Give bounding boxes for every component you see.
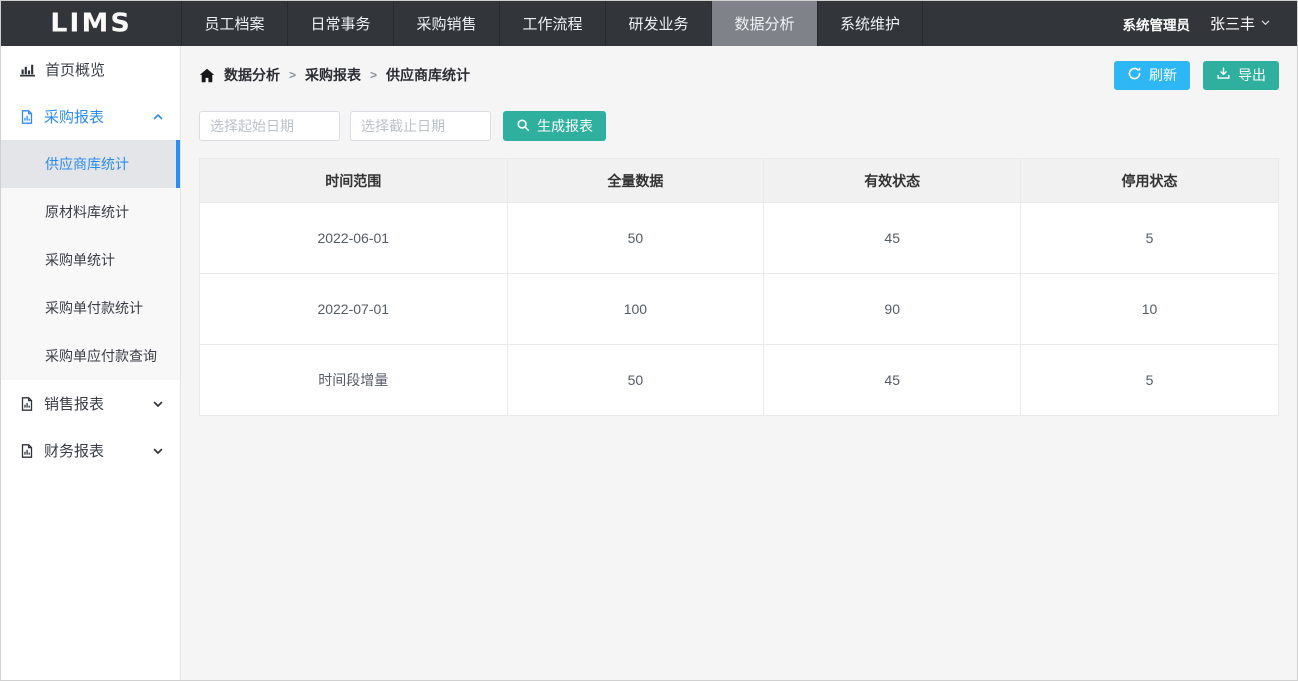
cell-total: 50 (507, 203, 764, 274)
nav-item-data-analysis[interactable]: 数据分析 (711, 1, 817, 46)
report-file-icon (19, 109, 35, 125)
nav-item-purchase-sales[interactable]: 采购销售 (393, 1, 499, 46)
chevron-up-icon (152, 111, 164, 123)
sidebar-item-label: 首页概览 (45, 59, 105, 80)
sidebar-item-label: 采购报表 (44, 106, 104, 127)
breadcrumb-item-current: 供应商库统计 (386, 65, 470, 85)
table-row: 2022-07-01 100 90 10 (200, 274, 1279, 345)
sidebar-item-label: 销售报表 (44, 393, 104, 414)
cell-disabled: 5 (1021, 203, 1279, 274)
column-header-total-data: 全量数据 (507, 159, 764, 203)
cell-active: 90 (764, 274, 1021, 345)
sidebar-item-finance-reports[interactable]: 财务报表 (1, 427, 180, 474)
main-content: 数据分析 > 采购报表 > 供应商库统计 刷新 (181, 46, 1297, 680)
sidebar-item-label: 采购单统计 (45, 250, 115, 270)
app-window: LIMS 员工档案 日常事务 采购销售 工作流程 研发业务 数据分析 系统维护 … (0, 0, 1298, 681)
statistics-table: 时间范围 全量数据 有效状态 停用状态 2022-06-01 50 45 5 2… (199, 158, 1279, 416)
cell-time-range: 时间段增量 (200, 345, 508, 416)
user-area: 系统管理员 张三丰 (1122, 1, 1297, 46)
topbar: LIMS 员工档案 日常事务 采购销售 工作流程 研发业务 数据分析 系统维护 … (1, 1, 1297, 46)
breadcrumb-row: 数据分析 > 采购报表 > 供应商库统计 刷新 (199, 46, 1279, 104)
chevron-down-icon (152, 445, 164, 457)
sidebar-item-label: 供应商库统计 (45, 154, 129, 174)
download-icon (1216, 66, 1231, 84)
cell-disabled: 5 (1021, 345, 1279, 416)
nav-item-rd-business[interactable]: 研发业务 (605, 1, 711, 46)
refresh-icon (1127, 66, 1142, 84)
table-header-row: 时间范围 全量数据 有效状态 停用状态 (200, 159, 1279, 203)
cell-active: 45 (764, 345, 1021, 416)
cell-time-range: 2022-07-01 (200, 274, 508, 345)
filter-row: 生成报表 (199, 111, 1279, 141)
export-label: 导出 (1238, 65, 1266, 85)
column-header-active-status: 有效状态 (764, 159, 1021, 203)
generate-report-button[interactable]: 生成报表 (503, 111, 606, 141)
report-file-icon (19, 396, 35, 412)
start-date-input[interactable] (199, 111, 340, 141)
export-button[interactable]: 导出 (1203, 61, 1279, 90)
refresh-label: 刷新 (1149, 65, 1177, 85)
breadcrumb-item[interactable]: 采购报表 (305, 65, 361, 85)
user-menu[interactable]: 张三丰 (1210, 13, 1271, 34)
user-name: 张三丰 (1210, 13, 1255, 34)
cell-disabled: 10 (1021, 274, 1279, 345)
refresh-button[interactable]: 刷新 (1114, 61, 1190, 90)
cell-time-range: 2022-06-01 (200, 203, 508, 274)
nav-item-employee-files[interactable]: 员工档案 (181, 1, 287, 46)
sidebar-item-raw-material-stats[interactable]: 原材料库统计 (1, 188, 180, 236)
nav-item-daily-affairs[interactable]: 日常事务 (287, 1, 393, 46)
sidebar-item-purchase-order-stats[interactable]: 采购单统计 (1, 236, 180, 284)
chevron-down-icon (1260, 15, 1271, 32)
generate-report-label: 生成报表 (537, 116, 593, 136)
breadcrumb: 数据分析 > 采购报表 > 供应商库统计 (199, 65, 470, 85)
main-nav: 员工档案 日常事务 采购销售 工作流程 研发业务 数据分析 系统维护 (181, 1, 923, 46)
column-header-time-range: 时间范围 (200, 159, 508, 203)
chevron-down-icon (152, 398, 164, 410)
sidebar-item-supplier-stats[interactable]: 供应商库统计 (1, 140, 180, 188)
nav-item-system-maintenance[interactable]: 系统维护 (817, 1, 923, 46)
bar-chart-icon (19, 61, 36, 78)
cell-total: 100 (507, 274, 764, 345)
sidebar-item-sales-reports[interactable]: 销售报表 (1, 380, 180, 427)
report-file-icon (19, 443, 35, 459)
end-date-input[interactable] (350, 111, 491, 141)
table-row: 2022-06-01 50 45 5 (200, 203, 1279, 274)
toolbar-actions: 刷新 导出 (1114, 61, 1279, 90)
breadcrumb-item[interactable]: 数据分析 (224, 65, 280, 85)
sidebar: 首页概览 采购报表 供应商库统计 原材料库统计 采购单统计 (1, 46, 181, 680)
sidebar-item-label: 采购单应付款查询 (45, 346, 157, 366)
sidebar-item-label: 原材料库统计 (45, 202, 129, 222)
sidebar-item-label: 财务报表 (44, 440, 104, 461)
cell-active: 45 (764, 203, 1021, 274)
nav-item-workflow[interactable]: 工作流程 (499, 1, 605, 46)
user-role: 系统管理员 (1122, 14, 1190, 34)
sidebar-item-label: 采购单付款统计 (45, 298, 143, 318)
sidebar-item-home-overview[interactable]: 首页概览 (1, 46, 180, 93)
sidebar-item-purchase-reports[interactable]: 采购报表 (1, 93, 180, 140)
search-icon (516, 118, 530, 135)
table-row: 时间段增量 50 45 5 (200, 345, 1279, 416)
home-icon[interactable] (199, 68, 215, 83)
column-header-disabled-status: 停用状态 (1021, 159, 1279, 203)
app-logo: LIMS (1, 2, 181, 45)
breadcrumb-separator: > (289, 68, 296, 82)
breadcrumb-separator: > (370, 68, 377, 82)
sidebar-item-po-payable-query[interactable]: 采购单应付款查询 (1, 332, 180, 380)
sidebar-item-po-payment-stats[interactable]: 采购单付款统计 (1, 284, 180, 332)
purchase-reports-submenu: 供应商库统计 原材料库统计 采购单统计 采购单付款统计 采购单应付款查询 (1, 140, 180, 380)
cell-total: 50 (507, 345, 764, 416)
